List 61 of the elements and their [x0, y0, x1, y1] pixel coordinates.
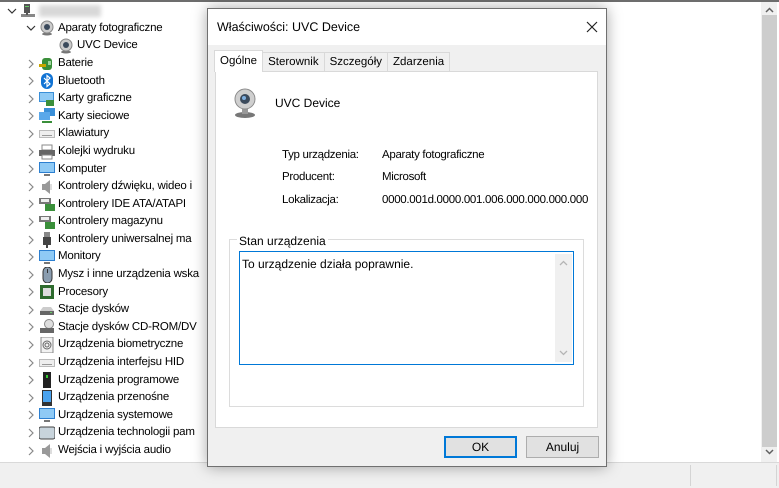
controller-card-icon [39, 214, 55, 230]
tree-item-label[interactable]: Urządzenia biometryczne [58, 336, 184, 354]
scroll-up-icon[interactable] [764, 7, 774, 13]
scroll-down-icon[interactable] [764, 449, 774, 455]
tree-item-label[interactable]: Urządzenia programowe [58, 372, 180, 389]
status-text-field[interactable]: To urządzenie działa poprawnie. [239, 250, 574, 364]
property-label: Producent: [282, 170, 336, 186]
tree-item-label[interactable]: Bluetooth [58, 72, 105, 90]
monitor-icon [39, 407, 55, 424]
property-label: Lokalizacja: [282, 192, 340, 208]
blurred-computer-name [39, 4, 101, 17]
tree-item-label[interactable]: Klawiatury [58, 125, 110, 143]
ok-button[interactable]: OK [444, 436, 517, 458]
cancel-button[interactable]: Anuluj [526, 436, 599, 458]
tree-item-label[interactable]: Kontrolery IDE ATA/ATAPI [58, 196, 186, 213]
tree-item-label[interactable]: Procesory [58, 284, 108, 301]
property-value: Microsoft [382, 170, 426, 186]
tree-item-label[interactable]: Urządzenia przenośne [58, 389, 170, 406]
device-name: UVC Device [275, 95, 340, 112]
monitor-icon [39, 161, 55, 178]
dialog-title: Właściwości: UVC Device [217, 18, 360, 36]
tree-item-label[interactable]: Stacje dysków [58, 301, 129, 319]
property-value: Aparaty fotograficzne [382, 148, 484, 163]
tree-item-label[interactable]: Kontrolery dźwięku, wideo i [58, 178, 192, 196]
computer-icon [20, 2, 36, 19]
tree-item-label[interactable]: UVC Device [77, 37, 138, 55]
tree-item-label[interactable]: Baterie [58, 54, 94, 72]
tree-item-label[interactable]: Mysz i inne urządzenia wska [58, 266, 199, 284]
tree-item-label[interactable]: Urządzenia systemowe [58, 406, 173, 424]
close-icon[interactable] [586, 21, 598, 33]
tablet-icon [39, 390, 55, 406]
tree-item-label[interactable]: Monitory [58, 248, 100, 266]
tree-item-label[interactable]: Karty sieciowe [58, 108, 130, 125]
processor-icon [39, 284, 55, 300]
display-card-icon [39, 90, 55, 107]
tree-item-label[interactable]: Kolejki wydruku [58, 142, 135, 160]
controller-card-icon [39, 196, 55, 212]
tree-item-label[interactable]: Aparaty fotograficzne [58, 20, 162, 38]
tree-item-label[interactable]: Karty graficzne [58, 90, 132, 108]
tree-item-label[interactable]: Urządzenia technologii pam [58, 424, 195, 442]
property-label: Typ urządzenia: [282, 148, 360, 163]
tree-item-label[interactable]: Komputer [58, 160, 106, 178]
tree-item-label[interactable]: Urządzenia interfejsu HID [58, 354, 184, 372]
memory-card-icon [39, 425, 55, 442]
webcam-icon [39, 20, 55, 36]
disc-drive-icon [39, 319, 55, 336]
webcam-icon [233, 87, 257, 119]
property-value: 0000.001d.0000.001.006.000.000.000.000 [382, 192, 588, 208]
tab[interactable]: Ogólne [214, 50, 264, 72]
fingerprint-icon [39, 337, 55, 354]
printer-icon [39, 144, 55, 160]
tree-item-label[interactable]: Kontrolery magazynu [58, 213, 163, 231]
tree-item-label[interactable]: Stacje dysków CD-ROM/DV [58, 318, 197, 336]
tree-item-label[interactable]: Kontrolery uniwersalnej ma [58, 230, 192, 248]
tab[interactable]: Zdarzenia [387, 52, 450, 71]
tree-item-label[interactable]: Wejścia i wyjścia audio [58, 442, 171, 460]
monitor-icon [39, 249, 55, 266]
battery-icon [39, 56, 55, 72]
webcam-icon [58, 38, 74, 54]
network-icon [39, 108, 55, 124]
bluetooth-icon [39, 73, 55, 90]
